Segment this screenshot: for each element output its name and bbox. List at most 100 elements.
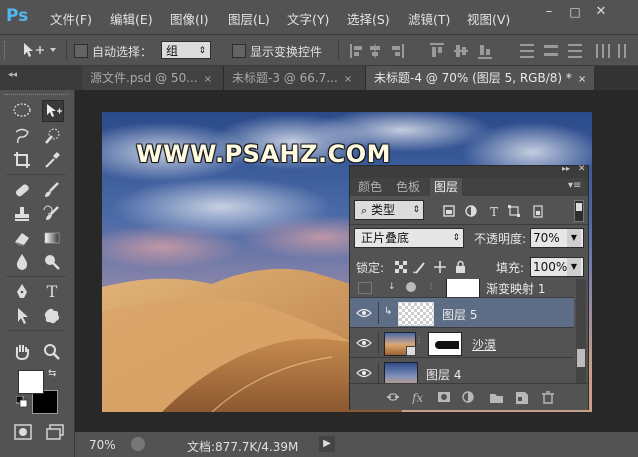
healing-brush-tool-icon[interactable]: [12, 180, 32, 200]
close-icon[interactable]: ×: [344, 74, 352, 85]
chevron-down-icon[interactable]: ▼: [567, 229, 581, 247]
dodge-tool-icon[interactable]: [42, 252, 62, 272]
custom-shape-tool-icon[interactable]: [42, 306, 62, 326]
close-icon[interactable]: ✕: [578, 164, 586, 174]
tab-color[interactable]: 颜色: [354, 178, 386, 196]
move-tool-preset-icon[interactable]: [22, 42, 56, 61]
layer-name: 图层 4: [426, 368, 462, 382]
status-info-icon[interactable]: [131, 437, 145, 451]
quick-mask-icon[interactable]: [14, 424, 32, 443]
filter-toggle[interactable]: [574, 200, 584, 222]
tab-label: 未标题-3 @ 66.7...: [232, 71, 338, 85]
blur-tool-icon[interactable]: [12, 252, 32, 272]
zoom-level[interactable]: 70%: [89, 438, 116, 452]
layer-filter-dropdown[interactable]: ⌕ 类型 ⇕: [354, 200, 424, 220]
layer-actions-icons[interactable]: fx: [386, 390, 562, 404]
opacity-input[interactable]: 70% ▼: [530, 228, 584, 248]
show-transform-checkbox[interactable]: [232, 44, 246, 58]
tab-source-file[interactable]: 源文件.psd @ 50... ×: [82, 66, 224, 90]
menu-filter[interactable]: 滤镜(T): [408, 9, 450, 28]
lasso-tool-icon[interactable]: [12, 126, 32, 146]
filter-type-icons[interactable]: T: [442, 204, 552, 218]
move-tool-icon[interactable]: [42, 100, 64, 122]
foreground-color-swatch[interactable]: [18, 370, 44, 394]
options-grip: [4, 41, 8, 59]
divider: [6, 330, 66, 331]
crop-tool-icon[interactable]: [12, 150, 32, 170]
menu-layer[interactable]: 图层(L): [228, 9, 270, 28]
eye-icon[interactable]: [356, 307, 372, 319]
eye-icon[interactable]: [356, 367, 372, 379]
path-selection-tool-icon[interactable]: [12, 306, 32, 326]
menu-select[interactable]: 选择(S): [347, 9, 390, 28]
layer-row-desert[interactable]: ⫶ 沙漠: [350, 327, 574, 357]
screen-mode-icon[interactable]: [46, 424, 64, 443]
zoom-tool-icon[interactable]: [42, 342, 62, 362]
minimize-button[interactable]: –: [540, 4, 558, 20]
updown-arrow-icon: ⇕: [452, 233, 460, 243]
divider: [338, 40, 339, 60]
align-distribute-icons[interactable]: [350, 43, 630, 59]
auto-select-dropdown[interactable]: 组 ⇕: [161, 41, 211, 59]
layers-panel-footer: fx: [350, 383, 588, 410]
menu-edit[interactable]: 编辑(E): [110, 9, 153, 28]
quick-selection-tool-icon[interactable]: [42, 126, 62, 146]
smart-object-icon: [406, 346, 416, 356]
fill-label: 填充:: [496, 261, 525, 275]
history-brush-tool-icon[interactable]: [42, 204, 62, 224]
tab-swatches[interactable]: 色板: [392, 178, 424, 196]
layer-list-scrollbar[interactable]: [576, 279, 586, 383]
collapse-arrows-icon[interactable]: ◂◂: [8, 70, 17, 80]
divider: [6, 174, 66, 175]
marquee-tool-icon[interactable]: [12, 100, 32, 120]
swap-colors-icon[interactable]: ⇆: [48, 368, 56, 379]
divider: [378, 332, 379, 354]
tab-untitled-3[interactable]: 未标题-3 @ 66.7... ×: [224, 66, 366, 90]
menu-view[interactable]: 视图(V): [467, 9, 510, 28]
layer-row-gradient-map[interactable]: ↓ ⫶ 渐变映射 1: [350, 279, 574, 300]
tab-layers[interactable]: 图层: [430, 178, 463, 196]
eraser-tool-icon[interactable]: [12, 228, 32, 248]
clip-arrow-icon: ↳: [384, 306, 393, 317]
close-icon[interactable]: ×: [204, 74, 212, 85]
brush-tool-icon[interactable]: [42, 180, 62, 200]
close-window-button[interactable]: ✕: [592, 4, 610, 20]
layer-name: 沙漠: [472, 338, 497, 352]
eyedropper-tool-icon[interactable]: [42, 150, 62, 170]
chevron-down-icon[interactable]: ▼: [567, 258, 581, 276]
default-colors-icon[interactable]: [15, 395, 28, 411]
layer-name: 渐变映射 1: [486, 282, 546, 296]
clone-stamp-tool-icon[interactable]: [12, 204, 32, 224]
layer-thumbnail: [398, 302, 434, 326]
menu-type[interactable]: 文字(Y): [287, 9, 329, 28]
menu-image[interactable]: 图像(I): [170, 9, 208, 28]
blend-mode-value: 正片叠底: [361, 231, 410, 245]
layer-filter-label: 类型: [371, 203, 396, 217]
watermark-text: WWW.PSAHZ.COM: [136, 140, 392, 168]
visibility-toggle[interactable]: [358, 282, 372, 294]
scrollbar-thumb[interactable]: [577, 349, 585, 367]
lock-icons[interactable]: [394, 260, 474, 274]
toolbar-grip: [4, 94, 68, 99]
hand-tool-icon[interactable]: [12, 342, 32, 362]
maximize-button[interactable]: □: [566, 4, 584, 20]
layer-row-layer-4[interactable]: 图层 4: [350, 357, 574, 383]
tab-untitled-4[interactable]: 未标题-4 @ 70% (图层 5, RGB/8) * ×: [366, 66, 594, 90]
auto-select-checkbox[interactable]: [74, 44, 88, 58]
layer-row-layer-5[interactable]: ↳ 图层 5: [350, 297, 574, 327]
type-tool-icon[interactable]: T: [42, 282, 62, 302]
gradient-tool-icon[interactable]: [42, 228, 62, 248]
close-icon[interactable]: ×: [578, 74, 586, 85]
layers-panel: ▸▸ ✕ 颜色 色板 图层 ▾≡ ⌕ 类型 ⇕ T 正片叠底 ⇕ 不透明度: 7…: [349, 164, 589, 410]
tools-panel: T ⇆: [0, 90, 75, 457]
fill-input[interactable]: 100% ▼: [530, 257, 584, 277]
eye-icon[interactable]: [356, 337, 372, 349]
blend-mode-dropdown[interactable]: 正片叠底 ⇕: [354, 228, 464, 248]
panel-menu-icon[interactable]: ▾≡: [568, 180, 581, 191]
collapse-arrows-icon[interactable]: ▸▸: [562, 164, 570, 173]
pen-tool-icon[interactable]: [12, 282, 32, 302]
menu-file[interactable]: 文件(F): [50, 9, 92, 28]
status-menu-arrow-icon[interactable]: ▶: [319, 436, 335, 452]
document-size: 文档:877.7K/4.39M: [187, 440, 299, 454]
divider: [378, 302, 379, 324]
